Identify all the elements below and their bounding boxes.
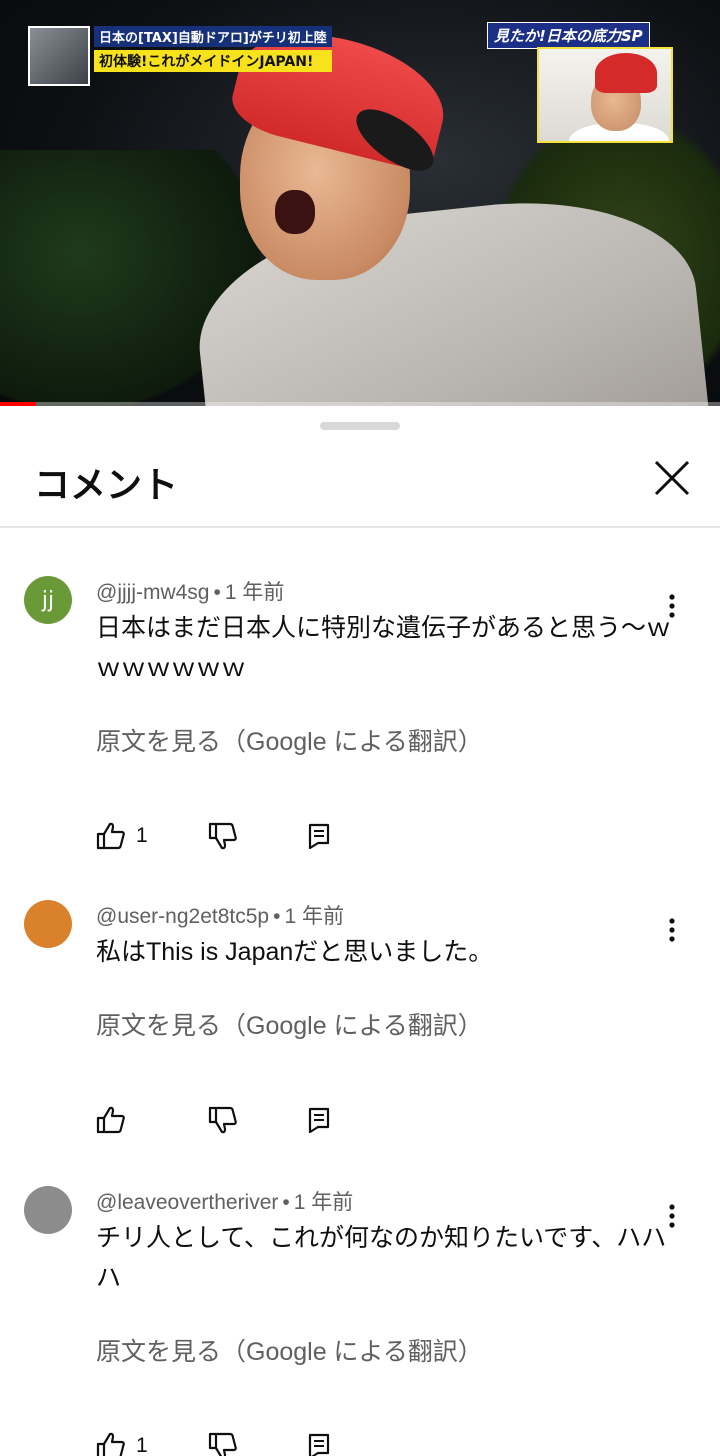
- comment-time: 1 年前: [224, 581, 285, 604]
- thumb-up-icon: [96, 822, 125, 850]
- comment-text: 日本はまだ日本人に特別な遺伝子があると思う〜ｗｗｗｗｗｗｗ: [96, 614, 672, 682]
- comment-meta: @user-ng2et8tc5p • 1 年前: [96, 900, 344, 930]
- program-badge: 見たか!日本の底力SP: [487, 22, 650, 49]
- see-original-link[interactable]: 原文を見る（Google による翻訳）: [96, 722, 483, 758]
- thumb-up-icon: [96, 1106, 125, 1134]
- meta-separator: •: [282, 1191, 290, 1214]
- sheet-title: コメント: [34, 465, 179, 506]
- video-player[interactable]: 日本の[TAX]自動ドアロ]がチリ初上陸 初体験!これがメイドインJAPAN! …: [0, 0, 720, 406]
- comment-actions: [96, 1104, 330, 1136]
- thumb-down-icon: [208, 822, 237, 850]
- comment-meta: @jjjj-mw4sg • 1 年前: [96, 576, 284, 606]
- thumb-down-icon: [208, 1106, 237, 1134]
- meta-separator: •: [273, 905, 281, 928]
- see-original-link[interactable]: 原文を見る（Google による翻訳）: [96, 1332, 483, 1368]
- like-button[interactable]: [96, 1106, 208, 1134]
- avatar[interactable]: [24, 900, 72, 948]
- like-count: 1: [136, 824, 148, 847]
- reply-button[interactable]: [308, 1107, 330, 1133]
- header-divider: [0, 526, 720, 528]
- thumb-up-icon: [96, 1432, 125, 1456]
- like-button[interactable]: 1: [96, 1432, 208, 1456]
- comment-actions: 1: [96, 820, 330, 852]
- comment-text: 私はThis is Japanだと思いました。: [96, 938, 494, 966]
- comment-time: 1 年前: [284, 905, 344, 928]
- avatar[interactable]: [24, 1186, 72, 1234]
- like-count: 1: [136, 1434, 148, 1456]
- comment-text: チリ人として、これが何なのか知りたいです、ハハハ: [96, 1224, 667, 1292]
- caption-line-2: 初体験!これがメイドインJAPAN!: [94, 50, 332, 72]
- close-button[interactable]: [648, 454, 696, 502]
- video-person-mouth: [275, 190, 315, 234]
- picture-in-picture-inset: [537, 47, 673, 143]
- dislike-button[interactable]: [208, 1432, 308, 1456]
- meta-separator: •: [213, 581, 221, 604]
- reply-button[interactable]: [308, 823, 330, 849]
- comment-author[interactable]: @jjjj-mw4sg: [96, 581, 210, 604]
- comment-meta: @leaveovertheriver • 1 年前: [96, 1186, 353, 1216]
- comments-sheet: コメント jj @jjjj-mw4sg • 1 年前 日本はまだ日本人に特別な遺伝子…: [0, 406, 720, 1456]
- dislike-button[interactable]: [208, 822, 308, 850]
- comment-author[interactable]: @leaveovertheriver: [96, 1191, 278, 1214]
- see-original-link[interactable]: 原文を見る（Google による翻訳）: [96, 1006, 483, 1042]
- caption-thumbnail: [28, 26, 90, 86]
- comment-actions: 1: [96, 1430, 330, 1456]
- avatar[interactable]: jj: [24, 576, 72, 624]
- reply-icon: [308, 823, 330, 849]
- comment-time: 1 年前: [293, 1191, 354, 1214]
- pip-person-cap: [595, 53, 657, 93]
- sheet-drag-handle[interactable]: [320, 422, 400, 430]
- dislike-button[interactable]: [208, 1106, 308, 1134]
- reply-button[interactable]: [308, 1433, 330, 1456]
- video-caption: 日本の[TAX]自動ドアロ]がチリ初上陸 初体験!これがメイドインJAPAN!: [28, 26, 332, 86]
- caption-lines: 日本の[TAX]自動ドアロ]がチリ初上陸 初体験!これがメイドインJAPAN!: [94, 26, 332, 86]
- comment-author[interactable]: @user-ng2et8tc5p: [96, 905, 269, 928]
- like-button[interactable]: 1: [96, 822, 208, 850]
- reply-icon: [308, 1107, 330, 1133]
- reply-icon: [308, 1433, 330, 1456]
- caption-line-1: 日本の[TAX]自動ドアロ]がチリ初上陸: [94, 26, 332, 47]
- avatar-initials: jj: [41, 587, 55, 613]
- thumb-down-icon: [208, 1432, 237, 1456]
- close-icon: [654, 460, 690, 496]
